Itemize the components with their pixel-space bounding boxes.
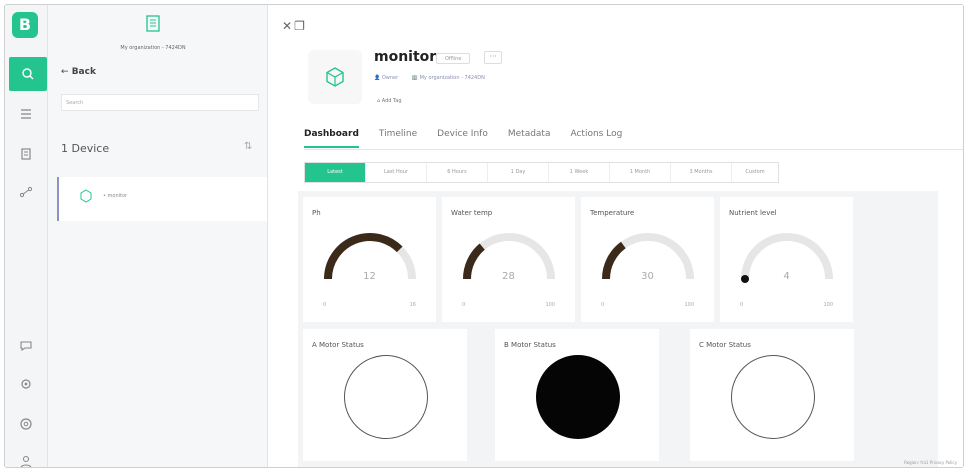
- online-dot-icon: •: [103, 193, 106, 199]
- expand-icon[interactable]: ❐: [294, 19, 307, 33]
- gauge-value: 12: [363, 271, 376, 282]
- organization-icon: [146, 15, 160, 32]
- widget-title: C Motor Status: [699, 341, 751, 349]
- gauge-min: 0: [462, 302, 466, 308]
- gauge-widget-temperature[interactable]: Temperature 30 0 100: [581, 197, 714, 322]
- more-button[interactable]: ···: [484, 51, 502, 64]
- status-led: [731, 355, 815, 439]
- status-led: [344, 355, 428, 439]
- status-badge: Offline: [436, 53, 471, 64]
- gauge-widget-nutrient-level[interactable]: Nutrient level 4 0 100: [720, 197, 853, 322]
- gauge-value: 28: [502, 271, 515, 282]
- widget-title: B Motor Status: [504, 341, 556, 349]
- gauge-dial: [741, 233, 833, 283]
- arrow-left-icon: ←: [61, 67, 69, 77]
- gauge-max: 100: [823, 302, 833, 308]
- org-link[interactable]: 🏢 My organization - 7424DN: [412, 75, 491, 81]
- window-controls: ✕❐: [282, 19, 307, 33]
- device-cube-icon: [80, 189, 92, 203]
- tabs-divider: [304, 149, 963, 150]
- building-icon[interactable]: [11, 139, 41, 169]
- gauge-dial: [463, 233, 555, 280]
- tab-actions-log[interactable]: Actions Log: [570, 129, 622, 139]
- device-list-name: • monitor: [103, 193, 127, 199]
- cube-icon: [326, 67, 344, 87]
- user-icon[interactable]: [11, 447, 41, 467]
- widget-title: Ph: [312, 209, 321, 217]
- led-widget-b-motor[interactable]: B Motor Status: [495, 329, 659, 461]
- device-detail: ✕❐ monitor Offline ··· 👤 Owner 🏢 My orga…: [268, 5, 963, 467]
- settings-icon[interactable]: [11, 369, 41, 399]
- blynk-logo[interactable]: B: [12, 12, 38, 38]
- sort-icon[interactable]: ⇅: [244, 141, 252, 152]
- devices-panel: My organization - 7424DN ← Back Search 1…: [48, 5, 268, 467]
- gauge-min: 0: [323, 302, 327, 308]
- tag-icon: ⌂: [377, 98, 381, 104]
- tab-metadata[interactable]: Metadata: [508, 129, 551, 139]
- gauge-widget-ph[interactable]: Ph 12 0 16: [303, 197, 436, 322]
- range-1-week[interactable]: 1 Week: [549, 163, 610, 182]
- list-icon[interactable]: [11, 99, 41, 129]
- range-1-month[interactable]: 1 Month: [610, 163, 671, 182]
- close-icon[interactable]: ✕: [282, 19, 294, 33]
- gauge-value: 4: [783, 271, 790, 282]
- back-link[interactable]: ← Back: [61, 67, 96, 77]
- device-count: 1 Device: [61, 142, 110, 155]
- device-tabs: Dashboard Timeline Device Info Metadata …: [304, 129, 622, 148]
- widget-title: A Motor Status: [312, 341, 364, 349]
- help-icon[interactable]: [11, 409, 41, 439]
- time-range-selector: Latest Last Hour 6 Hours 1 Day 1 Week 1 …: [304, 162, 779, 183]
- device-meta: 👤 Owner 🏢 My organization - 7424DN: [374, 75, 497, 81]
- led-widget-c-motor[interactable]: C Motor Status: [690, 329, 854, 461]
- device-name-text: monitor: [107, 193, 128, 199]
- tab-dashboard[interactable]: Dashboard: [304, 129, 359, 148]
- widget-title: Water temp: [451, 209, 493, 217]
- add-tag-button[interactable]: ⌂ Add Tag: [377, 98, 402, 104]
- led-widget-a-motor[interactable]: A Motor Status: [303, 329, 467, 461]
- status-led: [536, 355, 620, 439]
- range-1-day[interactable]: 1 Day: [488, 163, 549, 182]
- gauge-value: 30: [641, 271, 654, 282]
- device-list-item[interactable]: • monitor: [57, 177, 267, 221]
- owner-link[interactable]: 👤 Owner: [374, 75, 404, 81]
- tab-timeline[interactable]: Timeline: [379, 129, 417, 139]
- gauge-min: 0: [601, 302, 605, 308]
- tab-device-info[interactable]: Device Info: [437, 129, 488, 139]
- gauge-max: 100: [684, 302, 694, 308]
- range-custom[interactable]: Custom: [732, 163, 778, 182]
- device-title: monitor: [374, 49, 437, 65]
- device-avatar: [308, 50, 362, 104]
- range-latest[interactable]: Latest: [305, 163, 366, 182]
- dashboard-grid: Ph 12 0 16 Water temp 28 0 100 Temperatu…: [298, 191, 938, 467]
- device-search-input[interactable]: Search: [61, 94, 259, 111]
- gauge-max: 100: [545, 302, 555, 308]
- chat-icon[interactable]: [11, 331, 41, 361]
- range-last-hour[interactable]: Last Hour: [366, 163, 427, 182]
- gauge-max: 16: [409, 302, 416, 308]
- organization-name[interactable]: My organization - 7424DN: [48, 45, 258, 51]
- search-icon[interactable]: [9, 57, 47, 91]
- footer-text: Region: fra1 Privacy Policy: [904, 460, 957, 465]
- app-window: B My organization - 7424DN ← Back Search…: [4, 4, 964, 468]
- gauge-dial: [602, 233, 694, 280]
- gauge-dial: [324, 233, 416, 280]
- share-icon[interactable]: [11, 177, 41, 207]
- widget-title: Nutrient level: [729, 209, 777, 217]
- gauge-min: 0: [740, 302, 744, 308]
- range-6-hours[interactable]: 6 Hours: [427, 163, 488, 182]
- nav-rail: B: [5, 5, 48, 467]
- back-label: Back: [71, 67, 96, 77]
- gauge-widget-water-temp[interactable]: Water temp 28 0 100: [442, 197, 575, 322]
- range-3-months[interactable]: 3 Months: [671, 163, 732, 182]
- widget-title: Temperature: [590, 209, 635, 217]
